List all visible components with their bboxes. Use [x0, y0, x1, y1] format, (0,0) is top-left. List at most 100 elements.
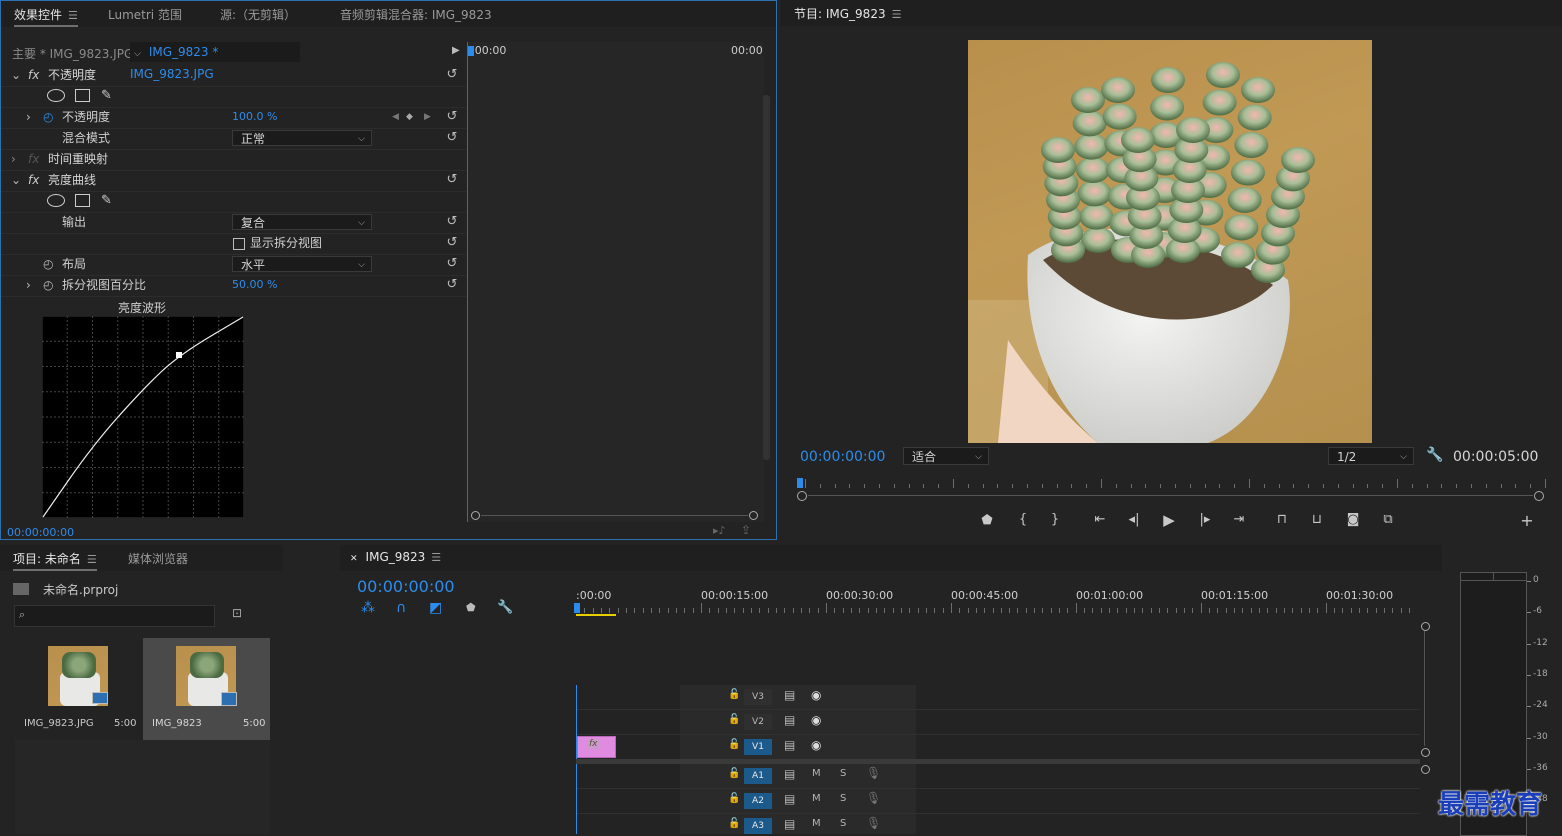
track-target-a1[interactable]: A1 [744, 768, 772, 784]
add-marker-icon[interactable]: ⬟ [977, 513, 997, 528]
track-target-v3[interactable]: V3 [744, 689, 772, 705]
effect-time-remap-row[interactable]: › fx 时间重映射 [1, 149, 466, 169]
reset-icon[interactable]: ↺ [445, 110, 459, 124]
step-forward-icon[interactable]: |▸ [1195, 512, 1215, 527]
lock-icon[interactable]: 🔓 [728, 818, 740, 829]
solo-button[interactable]: S [840, 768, 846, 779]
ec-timecode[interactable]: 00:00:00:00 [7, 526, 74, 539]
audio-loop-icon[interactable]: ▸♪ [713, 524, 726, 537]
stopwatch-icon[interactable]: ◴ [43, 107, 53, 127]
tab-program[interactable]: 节目: IMG_9823 ☰ [794, 5, 901, 22]
lock-icon[interactable]: 🔓 [728, 768, 740, 779]
track-header-a2[interactable]: 🔓 A2 ▤ M S 🎙 [680, 789, 916, 813]
add-button-icon[interactable]: + [1517, 511, 1537, 530]
track-target-v2[interactable]: V2 [744, 714, 772, 730]
go-to-in-icon[interactable]: ⇤ [1090, 512, 1110, 527]
eye-icon[interactable]: ◉ [811, 738, 821, 752]
timeline-timecode[interactable]: 00:00:00:00 [357, 577, 455, 596]
panel-menu-icon[interactable]: ☰ [87, 553, 97, 566]
panel-menu-icon[interactable]: ☰ [68, 9, 78, 22]
fx-badge-icon[interactable]: fx [28, 170, 39, 190]
ec-playhead-icon[interactable] [468, 46, 474, 56]
track-target-a3[interactable]: A3 [744, 818, 772, 834]
master-clip-label[interactable]: 主要 * IMG_9823.JPG [12, 45, 133, 62]
tab-audio-clip-mixer[interactable]: 音频剪辑混合器: IMG_9823 [340, 6, 492, 23]
tab-project[interactable]: 项目: 未命名 ☰ [13, 550, 97, 571]
opacity-value[interactable]: 100.0 % [232, 107, 277, 127]
extract-icon[interactable]: ⊔ [1307, 512, 1327, 527]
sync-lock-icon[interactable]: ▤ [784, 688, 795, 702]
collapse-chevron-icon[interactable]: ⌄ [11, 65, 21, 85]
expand-chevron-icon[interactable]: › [26, 275, 31, 295]
eye-icon[interactable]: ◉ [811, 713, 821, 727]
eye-icon[interactable]: ◉ [811, 688, 821, 702]
close-icon[interactable]: ✕ [350, 554, 358, 564]
linked-selection-icon[interactable]: ◩ [429, 600, 442, 616]
tab-effect-controls[interactable]: 效果控件 ☰ [14, 6, 78, 27]
collapse-chevron-icon[interactable]: ⌄ [11, 170, 21, 190]
expand-chevron-icon[interactable]: › [26, 107, 31, 127]
reset-icon[interactable]: ↺ [445, 215, 459, 229]
track-header-a3[interactable]: 🔓 A3 ▤ M S 🎙 [680, 814, 916, 834]
v-scroll-handle-mid[interactable] [1421, 748, 1430, 757]
snap-icon[interactable]: ∩ [396, 600, 406, 616]
sync-lock-icon[interactable]: ▤ [784, 738, 795, 752]
add-marker-icon[interactable]: ⬟ [466, 601, 476, 614]
sync-lock-icon[interactable]: ▤ [784, 792, 795, 806]
fx-badge-icon[interactable]: fx [28, 65, 39, 85]
camera-icon[interactable]: ◙ [1343, 512, 1363, 527]
program-timecode[interactable]: 00:00:00:00 [800, 449, 885, 465]
lock-icon[interactable]: 🔓 [728, 793, 740, 804]
lock-icon[interactable]: 🔓 [728, 689, 740, 700]
time-ruler[interactable]: :00:00 00:00:15:00 00:00:30:00 00:00:45:00 0… [574, 585, 1422, 619]
panel-menu-icon[interactable]: ☰ [431, 551, 441, 564]
mark-in-icon[interactable]: { [1013, 512, 1033, 527]
clip-selector[interactable]: ⌵ IMG_9823 * IMG_9823.JPG [130, 42, 300, 81]
output-dropdown[interactable]: 复合 ⌵ [232, 214, 372, 230]
microphone-icon[interactable]: 🎙 [866, 791, 881, 805]
v-scroll-handle-top[interactable] [1421, 622, 1430, 631]
add-keyframe-icon[interactable]: ◆ [406, 107, 413, 127]
tab-lumetri-scopes[interactable]: Lumetri 范围 [108, 6, 182, 23]
video-clip[interactable]: fx [577, 736, 616, 758]
microphone-icon[interactable]: 🎙 [866, 816, 881, 830]
sync-lock-icon[interactable]: ▤ [784, 817, 795, 831]
mute-button[interactable]: M [812, 818, 821, 829]
stopwatch-icon[interactable]: ◴ [43, 254, 53, 274]
step-back-icon[interactable]: ◂| [1124, 512, 1144, 527]
reset-icon[interactable]: ↺ [445, 173, 459, 187]
sync-lock-icon[interactable]: ▤ [784, 767, 795, 781]
v-scroll-handle-bottom[interactable] [1421, 765, 1430, 774]
effect-opacity-row[interactable]: ⌄ fx 不透明度 ↺ [1, 65, 466, 85]
sync-lock-icon[interactable]: ▤ [784, 713, 795, 727]
expand-chevron-icon[interactable]: › [11, 149, 16, 169]
rectangle-mask-icon[interactable] [75, 89, 90, 102]
prev-keyframe-icon[interactable]: ◀ [392, 107, 399, 127]
reset-icon[interactable]: ↺ [445, 68, 459, 82]
lock-icon[interactable]: 🔓 [728, 739, 740, 750]
lock-icon[interactable]: 🔓 [728, 714, 740, 725]
program-scrubber[interactable] [797, 476, 1546, 502]
track-header-v1[interactable]: 🔓 V1 ▤ ◉ [680, 735, 916, 759]
pen-mask-icon[interactable]: ✎ [101, 86, 112, 106]
layout-dropdown[interactable]: 水平 ⌵ [232, 256, 372, 272]
track-target-v1[interactable]: V1 [744, 739, 772, 755]
ec-zoom-scrollbar[interactable] [471, 511, 758, 520]
mute-button[interactable]: M [812, 768, 821, 779]
panel-menu-icon[interactable]: ☰ [892, 8, 902, 21]
split-percent-value[interactable]: 50.00 % [232, 275, 277, 295]
blend-mode-dropdown[interactable]: 正常 ⌵ [232, 130, 372, 146]
track-header-v3[interactable]: 🔓 V3 ▤ ◉ [680, 685, 916, 709]
mute-button[interactable]: M [812, 793, 821, 804]
search-input[interactable]: ⌕ [14, 605, 215, 627]
reset-icon[interactable]: ↺ [445, 257, 459, 271]
show-split-checkbox[interactable] [233, 238, 245, 250]
track-header-a1[interactable]: 🔓 A1 ▤ M S 🎙 [680, 764, 916, 788]
play-only-clip-icon[interactable]: ▶ [452, 45, 460, 56]
solo-button[interactable]: S [840, 793, 846, 804]
play-icon[interactable]: ▶ [1159, 511, 1179, 529]
stopwatch-icon[interactable]: ◴ [43, 275, 53, 295]
rectangle-mask-icon[interactable] [75, 194, 90, 207]
v-scroll-track[interactable] [1424, 631, 1425, 746]
effect-luma-curve-row[interactable]: ⌄ fx 亮度曲线 ↺ [1, 170, 466, 190]
